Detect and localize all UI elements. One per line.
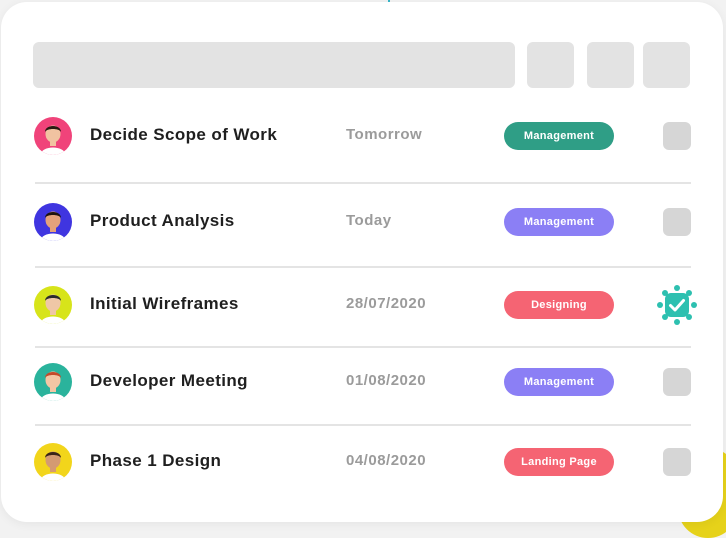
toolbar-button-2[interactable] [587, 42, 634, 88]
row-divider [35, 266, 691, 268]
person-avatar-icon [34, 117, 72, 155]
toolbar-button-1[interactable] [527, 42, 574, 88]
toolbar-button-3[interactable] [643, 42, 690, 88]
task-category-badge: Designing [504, 291, 614, 319]
task-due-date: 01/08/2020 [346, 372, 427, 389]
task-title: Initial Wireframes [90, 294, 239, 313]
person-avatar-icon [34, 286, 72, 324]
person-avatar-icon [34, 203, 72, 241]
task-row[interactable]: Phase 1 Design 04/08/2020 Landing Page [34, 422, 691, 502]
task-row[interactable]: Initial Wireframes 28/07/2020 Designing [34, 265, 697, 345]
task-row[interactable]: Developer Meeting 01/08/2020 Management [34, 342, 691, 422]
empty-checkbox-icon[interactable] [663, 208, 691, 236]
person-avatar-icon [34, 443, 72, 481]
row-divider [35, 182, 691, 184]
task-due-date: 28/07/2020 [346, 295, 427, 312]
task-due-date: 04/08/2020 [346, 452, 427, 469]
task-title: Phase 1 Design [90, 451, 222, 470]
task-row[interactable]: Decide Scope of Work Tomorrow Management [34, 96, 691, 176]
task-due-date: Tomorrow [346, 126, 423, 143]
empty-checkbox-icon[interactable] [663, 122, 691, 150]
task-row[interactable]: Product Analysis Today Management [34, 182, 691, 262]
task-list-card: Decide Scope of Work Tomorrow Management Pr… [1, 2, 723, 522]
row-divider [35, 424, 691, 426]
empty-checkbox-icon[interactable] [663, 368, 691, 396]
task-category-badge: Management [504, 208, 614, 236]
search-input-placeholder[interactable] [33, 42, 515, 88]
row-divider [35, 346, 691, 348]
task-category-badge: Landing Page [504, 448, 614, 476]
task-title: Developer Meeting [90, 371, 248, 390]
checkmark-badge-icon[interactable] [656, 284, 698, 326]
task-due-date: Today [346, 212, 392, 229]
task-category-badge: Management [504, 368, 614, 396]
empty-checkbox-icon[interactable] [663, 448, 691, 476]
task-title: Product Analysis [90, 211, 235, 230]
task-title: Decide Scope of Work [90, 125, 278, 144]
person-avatar-icon [34, 363, 72, 401]
task-category-badge: Management [504, 122, 614, 150]
